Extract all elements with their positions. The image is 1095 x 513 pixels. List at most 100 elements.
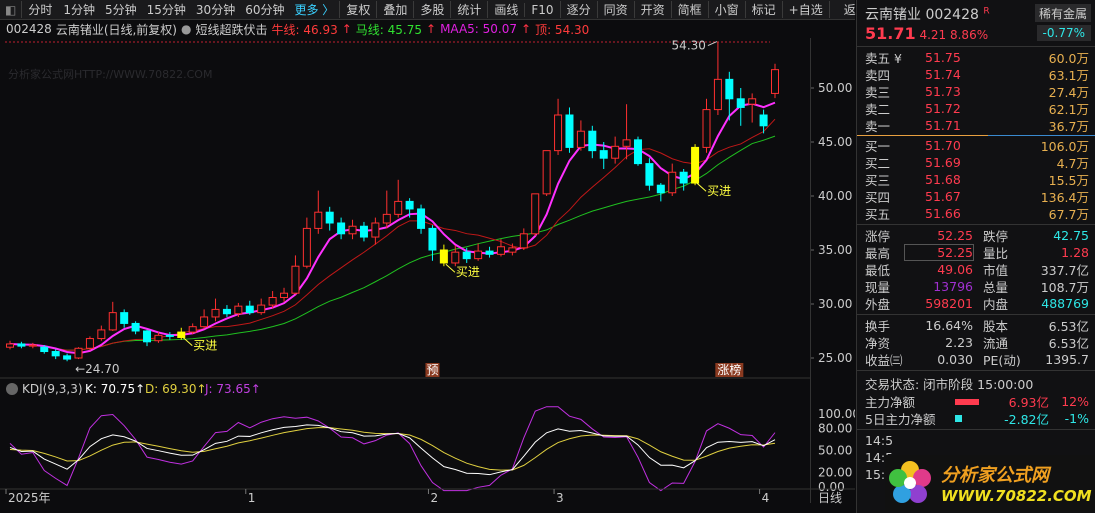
stat-row: 收益㈢ 0.030 PE(动) 1395.7: [857, 351, 1095, 368]
candle-body: [51, 351, 60, 357]
candle-body: [222, 308, 231, 315]
candle-body: [679, 171, 688, 184]
axis-divider: [810, 38, 811, 503]
add-watchlist-button[interactable]: +自选: [781, 1, 829, 18]
candle-body: [28, 344, 37, 347]
price-change: 4.21: [919, 27, 947, 42]
order-row[interactable]: 卖四 51.74 63.1万: [857, 66, 1095, 83]
indicator-legend: 002428 云南锗业(日线,前复权) ● 短线超跌伏击 牛线: 46.93 ↑ …: [0, 20, 810, 38]
maa5-value: MAA5: 50.07: [440, 22, 518, 36]
candle-body: [599, 150, 608, 159]
candle-body: [120, 312, 129, 324]
tick-row: 14:5: [857, 432, 1095, 449]
up-arrow-icon: ↑: [521, 22, 532, 36]
candle-body: [188, 326, 197, 333]
candle-body: [325, 211, 334, 224]
period-tab-1min[interactable]: 1分钟: [58, 1, 100, 18]
candle-body: [633, 139, 642, 165]
period-tab-60min[interactable]: 60分钟: [240, 1, 289, 18]
period-label: 日线: [818, 491, 842, 505]
order-price: 51.70: [925, 138, 961, 153]
stat-value: 0.030: [937, 352, 973, 367]
order-row[interactable]: 卖二 51.72 62.1万: [857, 100, 1095, 117]
multi-stock-button[interactable]: 多股: [413, 1, 450, 18]
order-row[interactable]: 卖一 51.71 36.7万: [857, 117, 1095, 134]
logo-url: WWW.70822.COM: [941, 487, 1092, 505]
kdj-dropdown-icon[interactable]: [6, 383, 18, 395]
candle-body: [451, 251, 460, 264]
order-row[interactable]: 卖五 ¥51.75 60.0万: [857, 49, 1095, 66]
stat-value: 598201: [925, 296, 973, 311]
kdj-tick-label: 80.00: [818, 422, 852, 436]
order-price: 51.67: [925, 189, 961, 204]
logo-title: 分析家公式网: [941, 465, 1049, 486]
stock-name: 云南锗业(日线,前复权): [55, 22, 177, 37]
flow-pct: 12%: [1061, 394, 1089, 409]
order-price: 51.72: [925, 101, 961, 116]
kdj-d-value: D: 69.30↑: [145, 382, 207, 396]
candle-body: [154, 334, 163, 342]
candle-body: [748, 98, 757, 105]
order-row[interactable]: 卖三 51.73 27.4万: [857, 83, 1095, 100]
quote-header: 云南锗业 002428 R 稀有金属: [857, 0, 1095, 23]
f10-button[interactable]: F10: [524, 2, 559, 17]
sector-change: -0.77%: [1036, 25, 1091, 41]
tick-time: 14:5: [865, 433, 894, 448]
small-window-button[interactable]: 小窗: [707, 1, 745, 18]
order-row[interactable]: 买五 51.66 67.7万: [857, 205, 1095, 222]
period-tab-intraday[interactable]: 分时: [21, 1, 58, 18]
adjust-button[interactable]: 复权: [339, 1, 376, 18]
candle-body: [6, 343, 14, 348]
order-label: 卖一: [865, 119, 891, 134]
kdj-tick-label: 20.00: [818, 465, 852, 479]
stat-value: 16.64%: [925, 318, 973, 333]
simple-frame-button[interactable]: 简框: [670, 1, 708, 18]
formula-name[interactable]: 短线超跌伏击: [195, 21, 267, 38]
candle-body: [17, 343, 26, 347]
stat-value: 42.75: [1053, 228, 1089, 243]
statistics-button[interactable]: 统计: [450, 1, 487, 18]
stats-table: 涨停 52.25 跌停 42.75 最高 52.25 量比 1.28 最低 49.06 市值 337.…: [857, 227, 1095, 312]
candle-body: [496, 246, 505, 255]
price-tick-label: 35.00: [818, 243, 852, 257]
flow-bar: [955, 398, 979, 405]
candle-body: [314, 211, 323, 229]
trade-status: 交易状态: 闭市阶段 15:00:00: [865, 376, 1034, 392]
order-row[interactable]: 买三 51.68 15.5万: [857, 171, 1095, 188]
kline-chart[interactable]: 50.0045.0040.0035.0030.0025.00买进买进买进54.3…: [0, 38, 855, 513]
candle-body: [439, 249, 448, 264]
period-tab-15min[interactable]: 15分钟: [142, 1, 191, 18]
niu-line-value: 牛线: 46.93: [271, 22, 338, 37]
order-row[interactable]: 买二 51.69 4.7万: [857, 154, 1095, 171]
draw-button[interactable]: 画线: [487, 1, 524, 18]
order-row[interactable]: 买四 51.67 136.4万: [857, 188, 1095, 205]
up-arrow-icon: ↑: [341, 22, 352, 36]
period-tab-5min[interactable]: 5分钟: [100, 1, 142, 18]
candle-body: [40, 346, 49, 353]
more-periods-button[interactable]: 更多 〉: [289, 1, 339, 18]
period-tab-30min[interactable]: 30分钟: [191, 1, 240, 18]
formula-dropdown-icon[interactable]: ●: [181, 22, 191, 36]
order-price: 51.75: [925, 50, 961, 65]
up-arrow-icon: ↑: [426, 22, 437, 36]
candle-body: [165, 334, 174, 337]
order-volume: 67.7万: [1048, 207, 1089, 222]
overlay-button[interactable]: 叠加: [376, 1, 413, 18]
kdj-j-line: [9, 406, 776, 492]
same-capital-button[interactable]: 同资: [596, 1, 634, 18]
candle-body: [508, 247, 517, 253]
stock-code: 002428: [6, 22, 52, 36]
candle-body: [542, 150, 551, 195]
stat-label: 内盘: [983, 297, 1009, 312]
mark-button[interactable]: 标记: [744, 1, 782, 18]
candle-body: [474, 250, 483, 260]
stat-row: 换手 16.64% 股本 6.53亿: [857, 317, 1095, 334]
site-logo: 分析家公式网 WWW.70822.COM: [885, 455, 1095, 511]
order-price: 51.71: [925, 118, 961, 133]
sector-button[interactable]: 稀有金属: [1034, 4, 1091, 22]
tick-button[interactable]: 逐分: [559, 1, 597, 18]
stat-label: 收益㈢: [865, 353, 903, 368]
order-row[interactable]: 买一 51.70 106.0万: [857, 137, 1095, 154]
open-capital-button[interactable]: 开资: [633, 1, 671, 18]
sidebar-toggle-icon[interactable]: ◧: [0, 3, 21, 17]
